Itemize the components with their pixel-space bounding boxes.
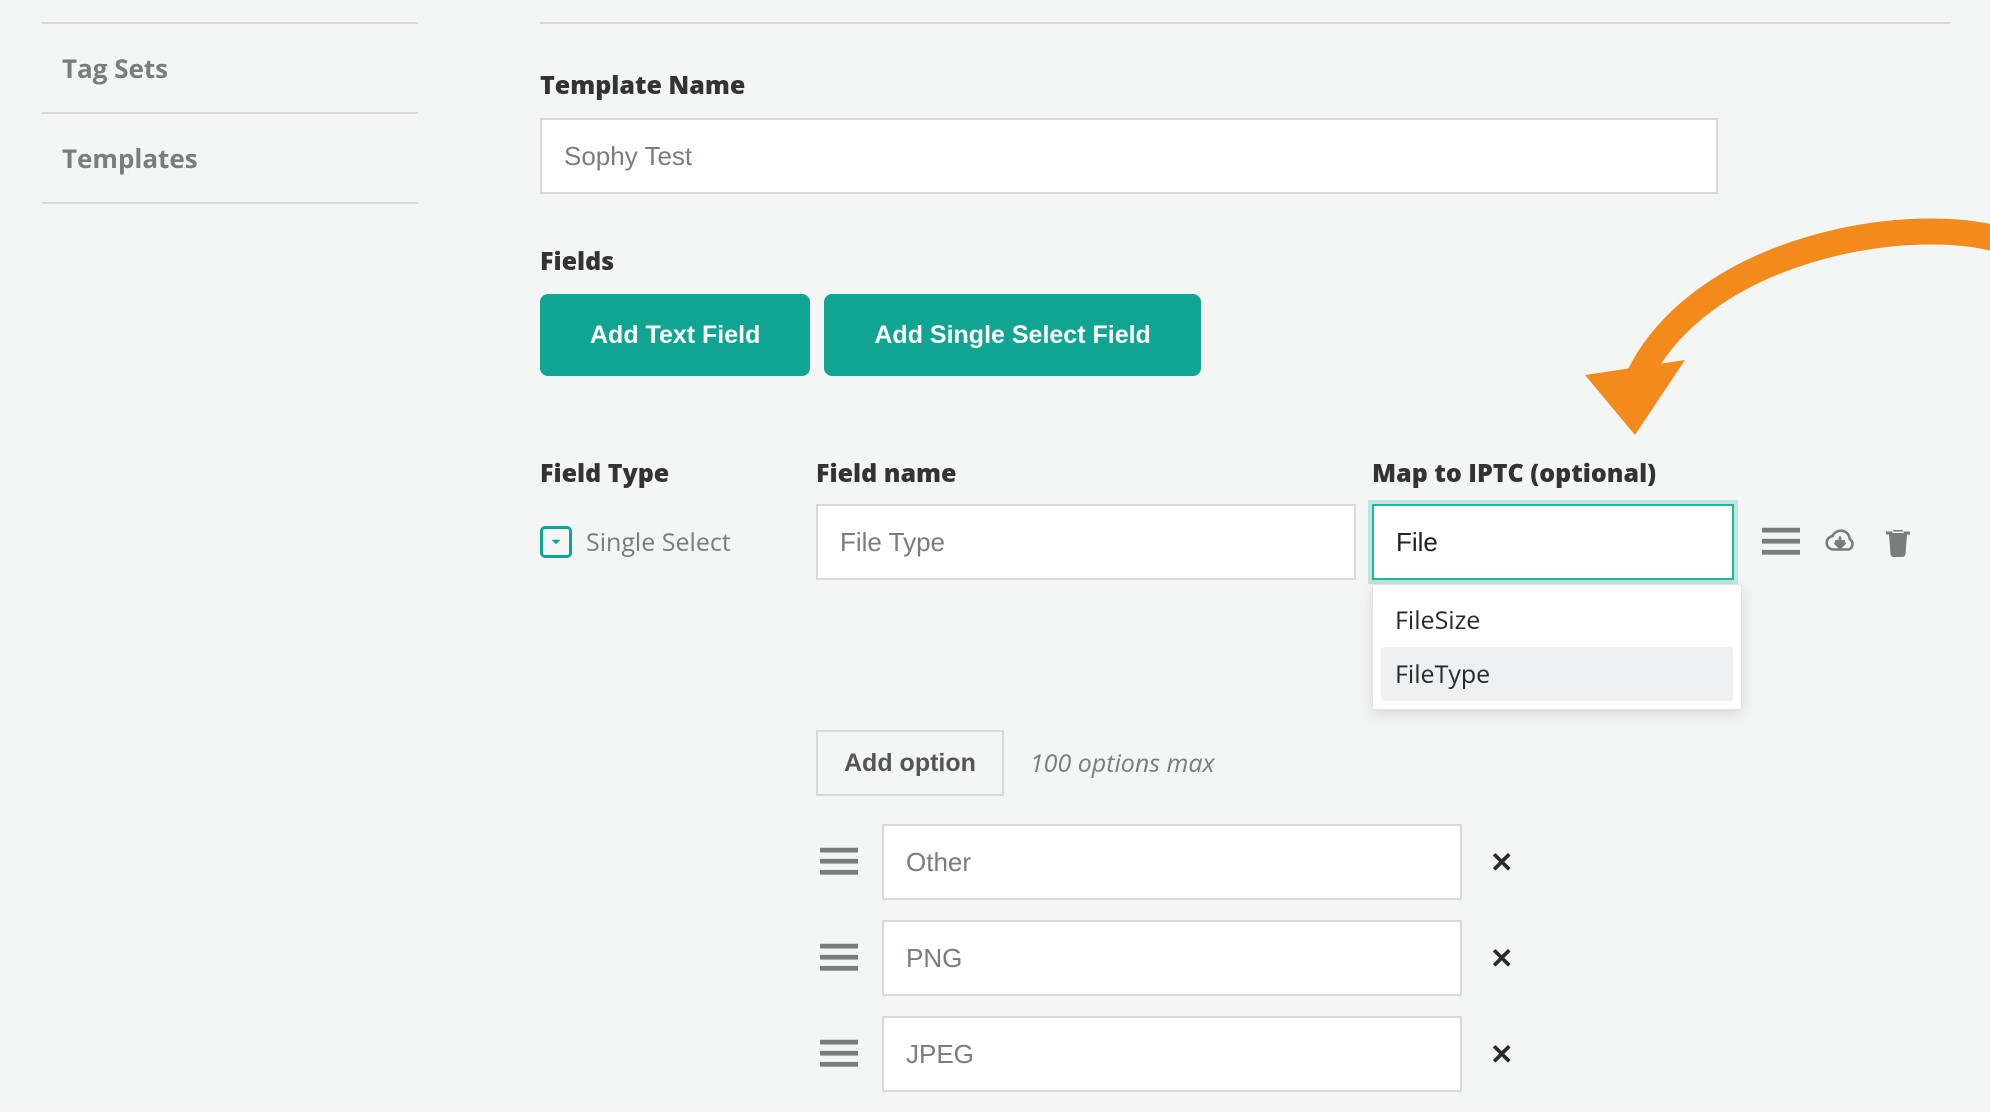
map-to-iptc-input[interactable] <box>1372 504 1734 580</box>
sidebar-item-label: Templates <box>62 140 198 176</box>
options-block: Add option 100 options max ✕ ✕ ✕ <box>816 730 1950 1092</box>
divider <box>540 22 1950 24</box>
col-field-name: Field name <box>816 456 1372 490</box>
button-label: Add Single Select Field <box>874 321 1150 349</box>
add-option-button[interactable]: Add option <box>816 730 1004 796</box>
button-label: Add Text Field <box>590 321 760 349</box>
dropdown-item-label: FileSize <box>1395 603 1480 637</box>
field-row: Single Select FileSize FileType <box>540 504 1950 580</box>
sidebar: Tag Sets Templates <box>42 22 418 204</box>
drag-handle-icon[interactable] <box>820 847 858 877</box>
template-name-input[interactable] <box>540 118 1718 194</box>
sidebar-item-templates[interactable]: Templates <box>42 112 418 204</box>
option-input[interactable] <box>882 920 1462 996</box>
sidebar-item-label: Tag Sets <box>62 50 168 86</box>
field-type-label: Single Select <box>586 525 731 559</box>
options-max-hint: 100 options max <box>1030 746 1215 780</box>
add-text-field-button[interactable]: Add Text Field <box>540 294 810 376</box>
option-input[interactable] <box>882 824 1462 900</box>
add-option-row: Add option 100 options max <box>816 730 1950 796</box>
option-row: ✕ <box>820 920 1950 996</box>
field-type-cell: Single Select <box>540 525 816 559</box>
fields-button-row: Add Text Field Add Single Select Field <box>540 294 1950 376</box>
option-row: ✕ <box>820 824 1950 900</box>
template-name-label: Template Name <box>540 68 1950 102</box>
dropdown-item-filetype[interactable]: FileType <box>1381 647 1733 701</box>
dropdown-item-filesize[interactable]: FileSize <box>1381 593 1733 647</box>
col-map-iptc: Map to IPTC (optional) <box>1372 456 1742 490</box>
add-single-select-field-button[interactable]: Add Single Select Field <box>824 294 1200 376</box>
fields-label: Fields <box>540 244 1950 278</box>
remove-option-icon[interactable]: ✕ <box>1486 939 1517 977</box>
field-name-input[interactable] <box>816 504 1356 580</box>
cloud-download-icon[interactable] <box>1822 524 1858 560</box>
dropdown-item-label: FileType <box>1395 657 1490 691</box>
trash-icon[interactable] <box>1880 524 1916 560</box>
col-field-type: Field Type <box>540 456 816 490</box>
main-column: Template Name Fields Add Text Field Add … <box>540 22 1950 1112</box>
option-input[interactable] <box>882 1016 1462 1092</box>
sidebar-item-tag-sets[interactable]: Tag Sets <box>42 22 418 112</box>
remove-option-icon[interactable]: ✕ <box>1486 843 1517 881</box>
option-row: ✕ <box>820 1016 1950 1092</box>
remove-option-icon[interactable]: ✕ <box>1486 1035 1517 1073</box>
button-label: Add option <box>844 749 976 777</box>
iptc-dropdown: FileSize FileType <box>1372 584 1742 710</box>
drag-handle-icon[interactable] <box>820 943 858 973</box>
select-type-icon <box>540 526 572 558</box>
drag-handle-icon[interactable] <box>1762 527 1800 557</box>
field-row-actions <box>1742 524 1950 560</box>
field-columns-header: Field Type Field name Map to IPTC (optio… <box>540 456 1950 490</box>
drag-handle-icon[interactable] <box>820 1039 858 1069</box>
